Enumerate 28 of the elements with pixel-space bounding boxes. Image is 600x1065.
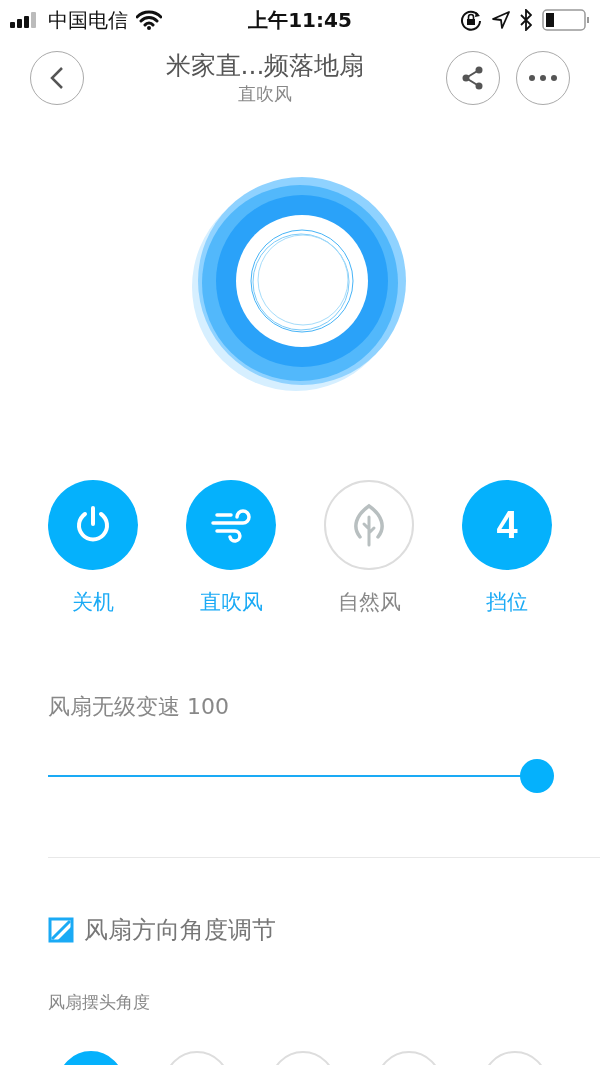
back-button[interactable]: [30, 50, 84, 105]
device-title: 米家直...频落地扇: [165, 50, 365, 82]
wifi-icon: [136, 10, 162, 30]
gear-level-button[interactable]: 4: [462, 480, 552, 570]
mode-label: 关机: [72, 589, 114, 616]
section-title: 风扇方向角度调节: [84, 915, 276, 946]
more-icon: [529, 74, 557, 81]
speed-label: 风扇无级变速 100: [48, 693, 230, 721]
mode-label: 直吹风: [199, 589, 263, 616]
device-mode: 直吹风: [238, 82, 292, 106]
mode-label: 自然风: [337, 589, 401, 616]
speed-slider[interactable]: [48, 759, 552, 793]
status-time: 上午11:45: [248, 6, 352, 34]
wind-icon: [209, 507, 253, 543]
back-icon: [50, 65, 64, 90]
more-button[interactable]: [516, 50, 570, 105]
section-subtitle: 风扇摆头角度: [48, 991, 151, 1014]
share-button[interactable]: [446, 50, 500, 105]
battery-icon: [542, 9, 590, 31]
angle-icon: [48, 917, 74, 943]
location-icon: [492, 11, 510, 29]
share-icon: [461, 65, 485, 90]
leaf-icon: [352, 503, 386, 547]
carrier-name: 中国电信: [48, 6, 128, 34]
mode-label: 挡位: [486, 589, 528, 616]
rotation-lock-icon: [460, 9, 482, 31]
bluetooth-icon: [520, 9, 532, 31]
slider-thumb[interactable]: [520, 759, 554, 793]
